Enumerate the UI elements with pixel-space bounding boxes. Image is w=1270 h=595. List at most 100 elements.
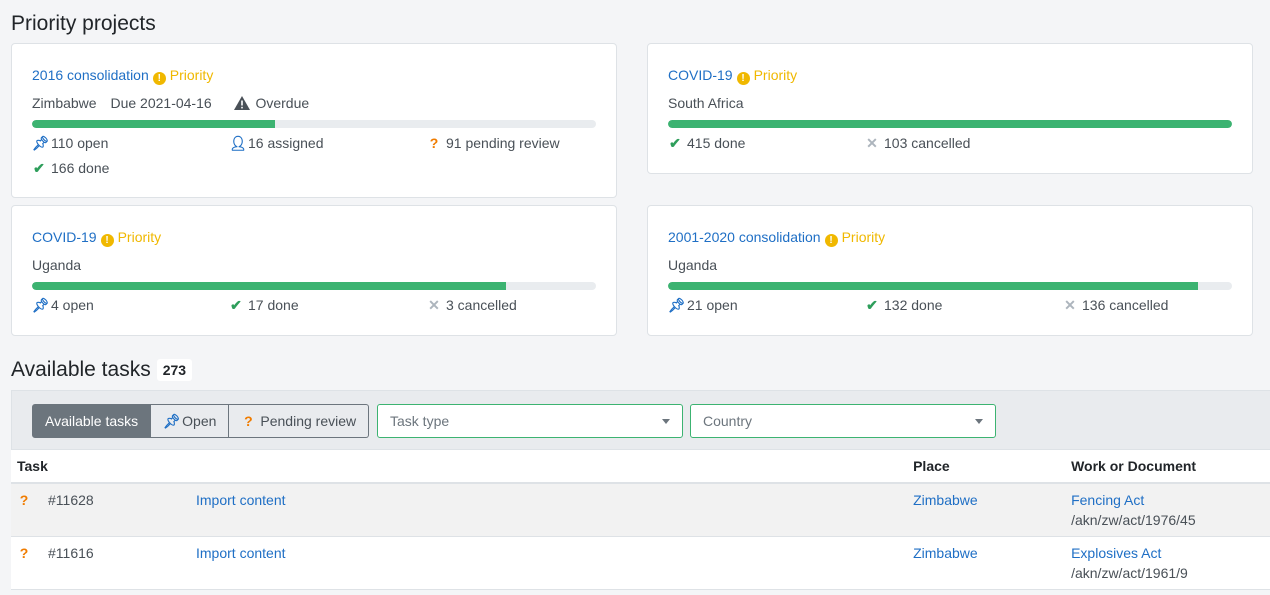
project-card: 2001-2020 consolidation! Priority Uganda … (647, 205, 1253, 336)
priority-icon: ! (152, 72, 166, 85)
task-place-link[interactable]: Zimbabwe (913, 545, 978, 561)
check-icon: ✔ (230, 297, 242, 313)
cross-icon: ✕ (428, 297, 440, 313)
stat-cancelled-label: 103 cancelled (884, 135, 971, 151)
project-link[interactable]: 2016 consolidation (32, 67, 149, 83)
filter-pending-label: Pending review (260, 413, 357, 429)
project-title: 2001-2020 consolidation! Priority (668, 229, 885, 247)
stat-assigned[interactable]: 👤︎16 assigned (229, 135, 324, 152)
tasks-table: Task Place Work or Document ? #11628 Imp… (11, 450, 1270, 590)
task-type-placeholder: Task type (390, 413, 450, 429)
filter-available-button[interactable]: Available tasks (32, 404, 152, 438)
project-place: Uganda (32, 257, 82, 273)
warning-icon (233, 96, 250, 110)
project-card: 2016 consolidation! Priority Zimbabwe Due… (11, 43, 617, 198)
filter-pending-button[interactable]: ? Pending review (229, 404, 370, 438)
stat-open[interactable]: 📌︎21 open (668, 297, 738, 314)
check-icon: ✔ (866, 297, 878, 313)
project-title: COVID-19! Priority (668, 67, 797, 85)
question-icon: ? (19, 492, 29, 508)
stat-cancelled[interactable]: ✕ 3 cancelled (427, 297, 517, 314)
task-title-link[interactable]: Import content (196, 492, 286, 508)
project-card: COVID-19! Priority Uganda 📌︎4 open ✔ 17 do… (11, 205, 617, 336)
progress-fill (32, 282, 506, 290)
progress-bar (668, 120, 1232, 128)
priority-label: Priority (841, 229, 886, 245)
stat-cancelled-label: 136 cancelled (1082, 297, 1169, 313)
stat-open[interactable]: 📌︎110 open (32, 135, 108, 152)
country-select[interactable]: Country (690, 404, 996, 438)
project-meta: Uganda (668, 257, 727, 273)
check-icon: ✔ (33, 160, 45, 176)
stat-open[interactable]: 📌︎4 open (32, 297, 94, 314)
available-tasks-heading: Available tasks 273 (11, 358, 193, 382)
stat-done[interactable]: ✔ 17 done (229, 297, 299, 314)
stat-cancelled-label: 3 cancelled (446, 297, 517, 313)
cross-icon: ✕ (866, 135, 878, 151)
project-meta: South Africa (668, 95, 754, 111)
stat-cancelled[interactable]: ✕ 103 cancelled (865, 135, 970, 152)
progress-fill (668, 120, 1232, 128)
column-task: Task (11, 450, 908, 484)
filter-open-button[interactable]: 📌︎Open (151, 404, 230, 438)
progress-bar (32, 120, 596, 128)
stat-cancelled[interactable]: ✕ 136 cancelled (1063, 297, 1168, 314)
project-title: 2016 consolidation! Priority (32, 67, 213, 85)
project-place: South Africa (668, 95, 744, 111)
work-title-link[interactable]: Explosives Act (1071, 545, 1161, 561)
stat-done[interactable]: ✔ 415 done (668, 135, 745, 152)
project-due: Due 2021-04-16 (110, 95, 212, 111)
question-icon: ? (19, 545, 29, 561)
project-meta: Uganda (32, 257, 91, 273)
work-frbr-uri: /akn/zw/act/1976/45 (1071, 512, 1196, 528)
stat-done[interactable]: ✔ 132 done (865, 297, 942, 314)
task-title-link[interactable]: Import content (196, 545, 286, 561)
overdue-label: Overdue (255, 95, 310, 111)
priority-icon: ! (100, 234, 114, 247)
project-link[interactable]: COVID-19 (668, 67, 733, 83)
stat-done-label: 132 done (884, 297, 943, 313)
project-card: COVID-19! Priority South Africa ✔ 415 done… (647, 43, 1253, 174)
cross-icon: ✕ (1064, 297, 1076, 313)
pin-icon: 📌︎ (163, 413, 181, 429)
priority-projects-heading: Priority projects (11, 12, 156, 35)
stat-done-label: 415 done (687, 135, 746, 151)
priority-label: Priority (753, 67, 798, 83)
filter-open-label: Open (182, 413, 217, 429)
task-type-select[interactable]: Task type (377, 404, 683, 438)
task-place-link[interactable]: Zimbabwe (913, 492, 978, 508)
work-title-link[interactable]: Fencing Act (1071, 492, 1144, 508)
question-icon: ? (429, 135, 439, 151)
stat-open-label: 21 open (687, 297, 738, 313)
caret-down-icon (975, 419, 983, 424)
pin-icon: 📌︎ (32, 135, 50, 151)
progress-bar (32, 282, 596, 290)
priority-icon: ! (824, 234, 838, 247)
table-row: ? #11616 Import content Zimbabwe Explosi… (11, 536, 1270, 590)
work-frbr-uri: /akn/zw/act/1961/9 (1071, 565, 1188, 581)
project-place: Uganda (668, 257, 718, 273)
task-id: #11628 (42, 483, 190, 537)
user-check-icon: 👤︎ (229, 135, 247, 151)
stat-pending-label: 91 pending review (446, 135, 560, 151)
project-title: COVID-19! Priority (32, 229, 161, 247)
stat-done-label: 17 done (248, 297, 299, 313)
project-meta: Zimbabwe Due 2021-04-16 Overdue (32, 95, 319, 111)
task-count-badge: 273 (156, 359, 193, 382)
project-link[interactable]: 2001-2020 consolidation (668, 229, 821, 245)
stat-open-label: 4 open (51, 297, 94, 313)
progress-bar (668, 282, 1232, 290)
task-filter-toolbar: Available tasks 📌︎Open ? Pending review T… (11, 390, 1270, 450)
available-tasks-title: Available tasks (11, 358, 151, 381)
column-place: Place (907, 450, 1066, 484)
task-id: #11616 (42, 536, 190, 590)
task-filter-buttons: Available tasks 📌︎Open ? Pending review (32, 404, 370, 438)
priority-label: Priority (169, 67, 214, 83)
project-link[interactable]: COVID-19 (32, 229, 97, 245)
stat-pending[interactable]: ? 91 pending review (427, 135, 560, 151)
priority-label: Priority (117, 229, 162, 245)
progress-fill (32, 120, 275, 128)
pin-icon: 📌︎ (32, 297, 50, 313)
stat-done[interactable]: ✔ 166 done (32, 160, 109, 177)
pin-icon: 📌︎ (668, 297, 686, 313)
